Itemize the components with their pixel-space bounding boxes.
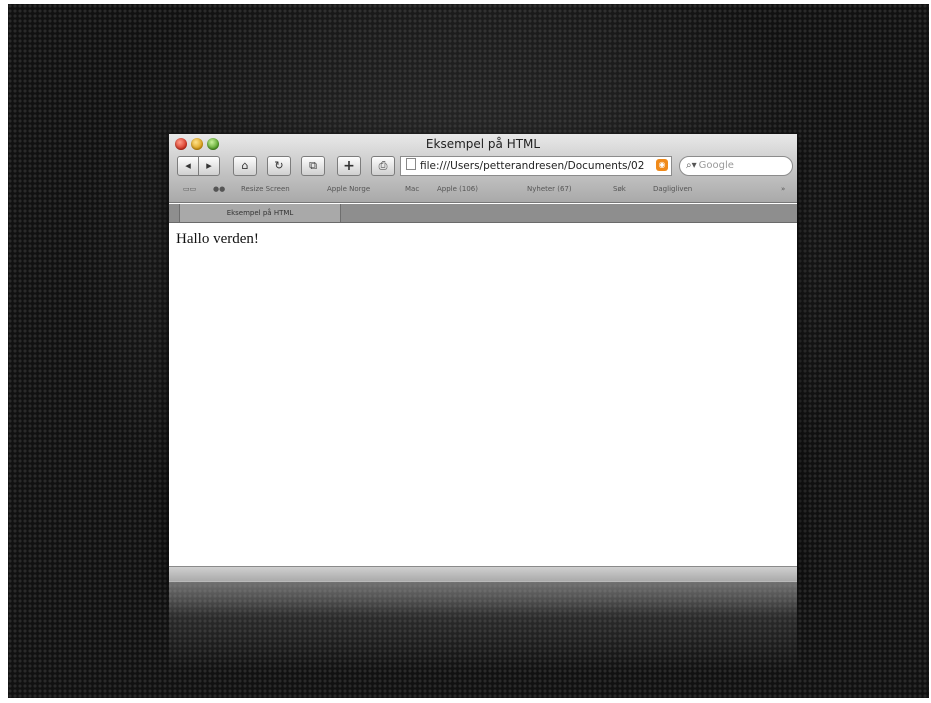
page-content: Hallo verden! bbox=[169, 223, 797, 566]
rss-icon[interactable]: ◉ bbox=[656, 159, 668, 171]
add-bookmark-button[interactable]: + bbox=[337, 156, 361, 176]
search-field[interactable]: ⌕▾ Google bbox=[679, 156, 793, 176]
presentation-background: Eksempel på HTML ◂ ▸ ⌂ ↻ ⧉ + ⎙ file:///U… bbox=[8, 4, 929, 698]
toolbar: ◂ ▸ ⌂ ↻ ⧉ + ⎙ file:///Users/petterandres… bbox=[177, 156, 793, 176]
forward-icon: ▸ bbox=[206, 159, 212, 172]
home-icon: ⌂ bbox=[241, 159, 249, 172]
home-button[interactable]: ⌂ bbox=[233, 156, 257, 176]
back-button[interactable]: ◂ bbox=[177, 156, 199, 176]
bookmark-item[interactable]: Apple Norge bbox=[327, 182, 370, 196]
bookmark-item[interactable]: Apple (106) bbox=[437, 182, 478, 196]
snapback-icon: ⧉ bbox=[309, 159, 317, 172]
bookmark-item[interactable]: Dagligliven bbox=[653, 182, 692, 196]
status-bar bbox=[169, 566, 797, 582]
print-button[interactable]: ⎙ bbox=[371, 156, 395, 176]
book-icon[interactable]: ▭▭ bbox=[183, 182, 196, 196]
window-reflection bbox=[169, 581, 797, 671]
document-icon bbox=[406, 158, 416, 170]
search-placeholder: Google bbox=[698, 160, 734, 171]
tab-eksempel[interactable]: Eksempel på HTML bbox=[179, 204, 341, 222]
printer-icon: ⎙ bbox=[378, 159, 388, 172]
address-value: file:///Users/petterandresen/Documents/0… bbox=[420, 160, 645, 172]
reload-button[interactable]: ↻ bbox=[267, 156, 291, 176]
bookmark-item[interactable]: Resize Screen bbox=[241, 182, 290, 196]
plus-icon: + bbox=[343, 158, 355, 174]
back-icon: ◂ bbox=[185, 159, 191, 172]
bookmarks-overflow[interactable]: » bbox=[781, 182, 785, 196]
title-bar: Eksempel på HTML ◂ ▸ ⌂ ↻ ⧉ + ⎙ file:///U… bbox=[169, 134, 797, 203]
page-text: Hallo verden! bbox=[176, 231, 259, 247]
search-icon: ⌕▾ bbox=[686, 160, 697, 171]
window-title: Eksempel på HTML bbox=[425, 137, 541, 151]
tab-bar: Eksempel på HTML bbox=[169, 204, 797, 223]
browser-window: Eksempel på HTML ◂ ▸ ⌂ ↻ ⧉ + ⎙ file:///U… bbox=[169, 134, 797, 582]
bookmark-item[interactable]: Nyheter (67) bbox=[527, 182, 572, 196]
bookmarks-bar: ▭▭ ●● Resize Screen Apple Norge Mac Appl… bbox=[169, 182, 797, 196]
bookmark-item[interactable]: Mac bbox=[405, 182, 419, 196]
reload-icon: ↻ bbox=[274, 159, 284, 172]
address-field[interactable]: file:///Users/petterandresen/Documents/0… bbox=[400, 156, 672, 176]
bookmark-item[interactable]: Søk bbox=[613, 182, 626, 196]
glasses-icon[interactable]: ●● bbox=[213, 182, 225, 196]
forward-button[interactable]: ▸ bbox=[198, 156, 220, 176]
snapback-button[interactable]: ⧉ bbox=[301, 156, 325, 176]
